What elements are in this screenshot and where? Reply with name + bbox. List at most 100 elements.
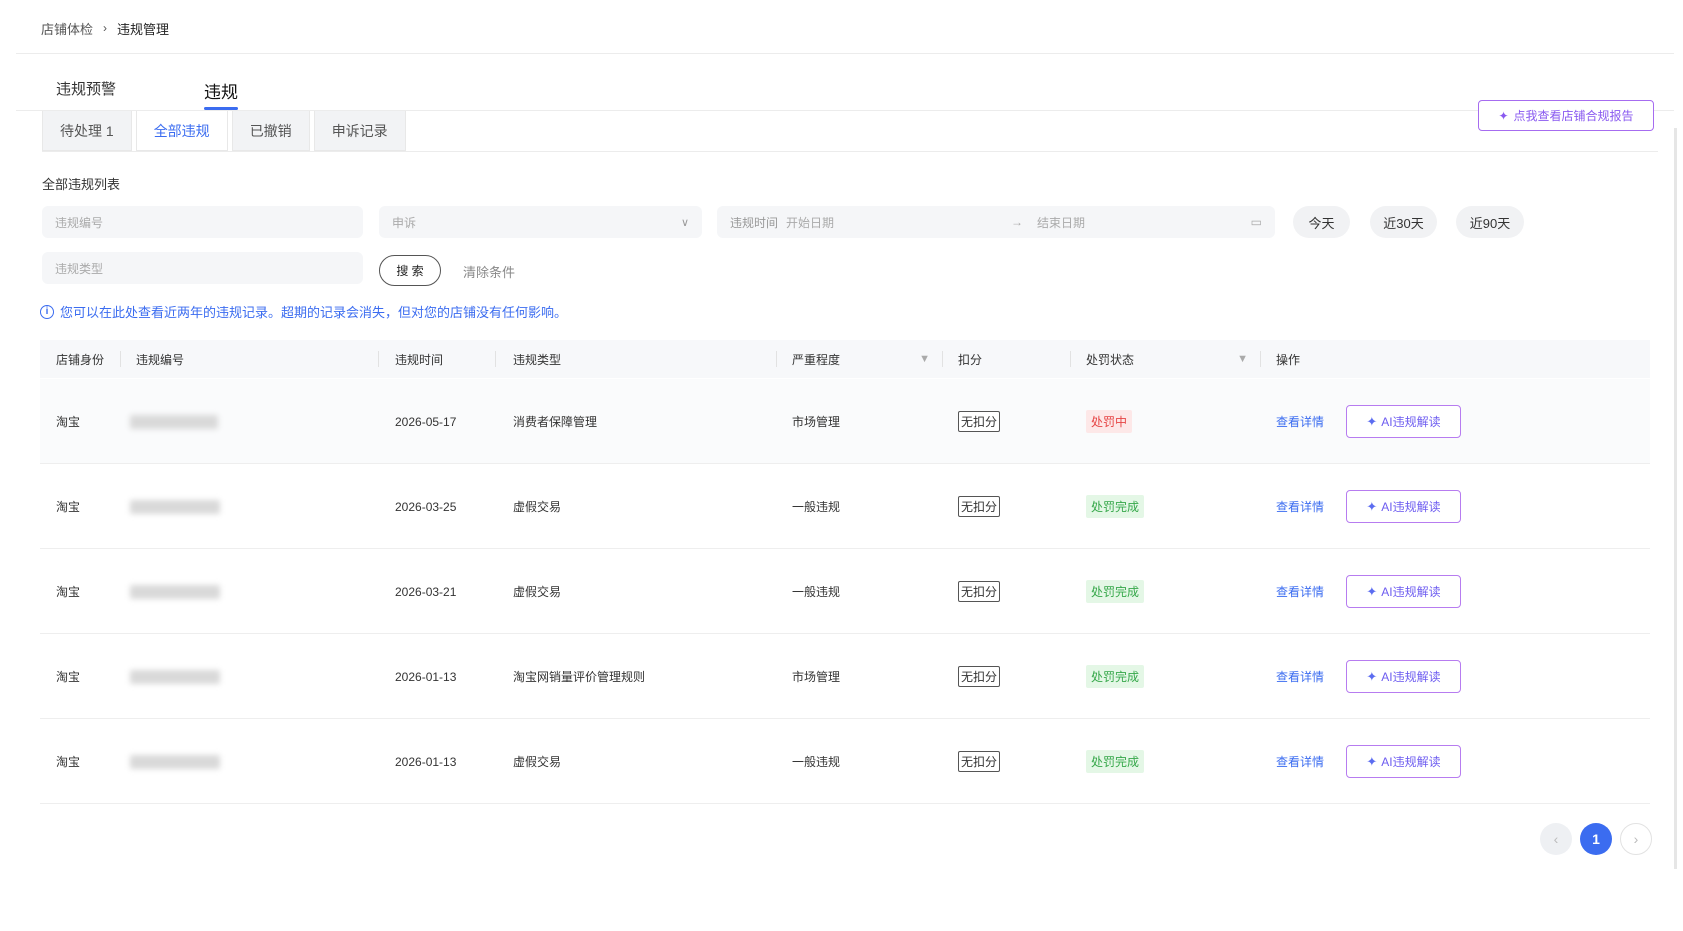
pagination-page-1[interactable]: 1 bbox=[1580, 823, 1612, 855]
status-badge: 处罚中 bbox=[1086, 410, 1133, 433]
filter-icon[interactable]: ▼ bbox=[1237, 353, 1248, 365]
status-header-label: 处罚状态 bbox=[1086, 352, 1135, 367]
ai-interpret-label: AI违规解读 bbox=[1381, 670, 1441, 684]
severity-cell: 市场管理 bbox=[792, 415, 841, 429]
end-date-input[interactable]: 结束日期 bbox=[1037, 214, 1251, 231]
quick-range-30-days[interactable]: 近30天 bbox=[1370, 206, 1437, 238]
retention-notice: i 您可以在此处查看近两年的违规记录。超期的记录会消失，但对您的店铺没有任何影响… bbox=[40, 302, 567, 321]
column-separator bbox=[1070, 351, 1071, 367]
breadcrumb: 店铺体检 › 违规管理 bbox=[41, 18, 169, 38]
filter-icon[interactable]: ▼ bbox=[919, 353, 930, 365]
divider bbox=[16, 53, 1674, 54]
breadcrumb-current: 违规管理 bbox=[117, 21, 170, 37]
violation-type-placeholder: 违规类型 bbox=[55, 261, 104, 276]
status-cell: 处罚完成 bbox=[1086, 719, 1145, 804]
ai-interpret-button[interactable]: ✦ AI违规解读 bbox=[1346, 575, 1462, 608]
column-separator bbox=[776, 351, 777, 367]
sparkle-icon: ✦ bbox=[1498, 108, 1509, 123]
violation-type-input[interactable]: 违规类型 bbox=[42, 252, 363, 284]
breadcrumb-parent[interactable]: 店铺体检 bbox=[41, 19, 93, 38]
status-cell: 处罚完成 bbox=[1086, 549, 1145, 634]
severity-header-label: 严重程度 bbox=[792, 352, 841, 367]
tab-violation-warning[interactable]: 违规预警 bbox=[56, 78, 204, 110]
status-badge: 处罚完成 bbox=[1086, 750, 1145, 773]
ai-interpret-button[interactable]: ✦ AI违规解读 bbox=[1346, 405, 1462, 438]
column-separator bbox=[378, 351, 379, 367]
points-tag: 无扣分 bbox=[958, 411, 1001, 432]
violation-date-range[interactable]: 违规时间 开始日期 → 结束日期 ▭ bbox=[717, 206, 1275, 238]
points-cell: 无扣分 bbox=[958, 549, 1001, 634]
arrow-right-icon: → bbox=[1011, 215, 1024, 229]
tab-appeal-records[interactable]: 申诉记录 bbox=[313, 111, 406, 151]
view-details-link[interactable]: 查看详情 bbox=[1276, 498, 1324, 515]
divider bbox=[42, 151, 1658, 152]
view-details-link[interactable]: 查看详情 bbox=[1276, 668, 1324, 685]
column-header-store: 店铺身份 bbox=[56, 352, 105, 367]
column-separator bbox=[495, 351, 496, 367]
status-cell: 处罚完成 bbox=[1086, 464, 1145, 549]
sparkle-icon: ✦ bbox=[1366, 583, 1378, 599]
status-badge: 处罚完成 bbox=[1086, 580, 1145, 603]
quick-range-90-days[interactable]: 近90天 bbox=[1456, 206, 1524, 238]
ai-interpret-button[interactable]: ✦ AI违规解读 bbox=[1346, 490, 1462, 523]
pagination-next-button[interactable]: › bbox=[1620, 823, 1652, 855]
pagination-prev-button[interactable]: ‹ bbox=[1540, 823, 1572, 855]
start-date-input[interactable]: 开始日期 bbox=[786, 214, 1011, 231]
scrollbar[interactable] bbox=[1674, 128, 1677, 869]
quick-range-today[interactable]: 今天 bbox=[1293, 206, 1350, 238]
view-details-link[interactable]: 查看详情 bbox=[1276, 413, 1324, 430]
view-details-link[interactable]: 查看详情 bbox=[1276, 753, 1324, 770]
status-badge: 处罚完成 bbox=[1086, 495, 1145, 518]
tab-all-violations[interactable]: 全部违规 bbox=[135, 111, 228, 151]
main-tabs: 违规预警 违规 bbox=[56, 78, 238, 110]
table-row: 淘宝 2026-03-21 虚假交易 一般违规 无扣分 处罚完成 查看详情 ✦ … bbox=[40, 549, 1650, 634]
chevron-right-icon: › bbox=[103, 21, 108, 35]
violation-id-cell bbox=[130, 634, 220, 719]
table-row: 淘宝 2026-03-25 虚假交易 一般违规 无扣分 处罚完成 查看详情 ✦ … bbox=[40, 464, 1650, 549]
table-row: 淘宝 2026-01-13 淘宝网销量评价管理规则 市场管理 无扣分 处罚完成 … bbox=[40, 634, 1650, 719]
column-header-type: 违规类型 bbox=[513, 352, 562, 367]
violation-id-input[interactable]: 违规编号 bbox=[42, 206, 363, 238]
search-button[interactable]: 搜 索 bbox=[379, 255, 441, 286]
compliance-report-button[interactable]: ✦ 点我查看店铺合规报告 bbox=[1478, 100, 1654, 131]
time-cell: 2026-03-25 bbox=[395, 499, 457, 514]
column-header-time: 违规时间 bbox=[395, 352, 444, 367]
points-cell: 无扣分 bbox=[958, 719, 1001, 804]
column-header-severity: 严重程度 ▼ bbox=[792, 340, 942, 378]
tab-revoked[interactable]: 已撤销 bbox=[231, 111, 310, 151]
redacted-id bbox=[130, 414, 218, 429]
tab-pending[interactable]: 待处理 1 bbox=[42, 111, 132, 151]
points-tag: 无扣分 bbox=[958, 751, 1001, 772]
redacted-id bbox=[130, 754, 220, 769]
redacted-id bbox=[130, 499, 220, 514]
severity-cell: 市场管理 bbox=[792, 670, 841, 684]
ai-interpret-button[interactable]: ✦ AI违规解读 bbox=[1346, 660, 1462, 693]
severity-cell: 一般违规 bbox=[792, 585, 841, 599]
store-cell: 淘宝 bbox=[56, 670, 81, 684]
type-cell: 虚假交易 bbox=[513, 500, 562, 514]
points-cell: 无扣分 bbox=[958, 634, 1001, 719]
column-header-actions: 操作 bbox=[1276, 352, 1301, 367]
actions-cell: 查看详情 ✦ AI违规解读 bbox=[1276, 719, 1462, 804]
appeal-placeholder: 申诉 bbox=[392, 215, 417, 230]
appeal-select[interactable]: 申诉 ∨ bbox=[379, 206, 702, 238]
table-row: 淘宝 2026-01-13 虚假交易 一般违规 无扣分 处罚完成 查看详情 ✦ … bbox=[40, 719, 1650, 804]
time-cell: 2026-05-17 bbox=[395, 414, 457, 429]
sparkle-icon: ✦ bbox=[1366, 498, 1378, 514]
sparkle-icon: ✦ bbox=[1366, 753, 1378, 769]
column-separator bbox=[120, 351, 121, 367]
calendar-icon: ▭ bbox=[1250, 215, 1262, 229]
list-title: 全部违规列表 bbox=[42, 177, 121, 192]
status-cell: 处罚中 bbox=[1086, 379, 1133, 464]
points-tag: 无扣分 bbox=[958, 496, 1001, 517]
points-cell: 无扣分 bbox=[958, 464, 1001, 549]
clear-filters-button[interactable]: 清除条件 bbox=[463, 262, 515, 281]
points-cell: 无扣分 bbox=[958, 379, 1001, 464]
violation-id-placeholder: 违规编号 bbox=[55, 215, 104, 230]
actions-cell: 查看详情 ✦ AI违规解读 bbox=[1276, 634, 1462, 719]
type-cell: 消费者保障管理 bbox=[513, 415, 598, 429]
ai-interpret-button[interactable]: ✦ AI违规解读 bbox=[1346, 745, 1462, 778]
tab-violation[interactable]: 违规 bbox=[204, 78, 238, 110]
time-cell: 2026-01-13 bbox=[395, 754, 457, 769]
view-details-link[interactable]: 查看详情 bbox=[1276, 583, 1324, 600]
